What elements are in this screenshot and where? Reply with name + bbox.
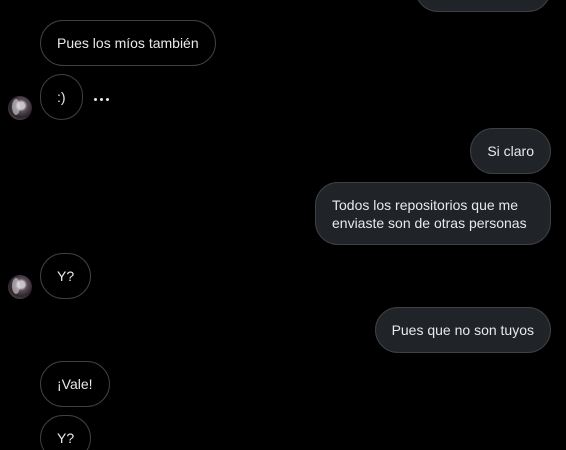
contact-avatar[interactable] [8, 96, 32, 120]
typing-indicator-icon [94, 98, 109, 101]
message-bubble-incoming[interactable]: :) [40, 74, 83, 120]
message-text: ¡Vale! [57, 376, 93, 392]
contact-avatar[interactable] [8, 275, 32, 299]
message-bubble-incoming[interactable]: Y? [40, 253, 92, 299]
message-text: :) [57, 89, 66, 105]
message-bubble-outgoing[interactable]: Si claro [470, 128, 551, 174]
message-bubble-incoming[interactable]: Pues los míos también [40, 20, 216, 66]
chat-thread: Pues los míos también :) Si claro Todos … [0, 0, 566, 450]
message-bubble-incoming[interactable]: Y? [40, 415, 92, 450]
message-text: Pues los míos también [57, 35, 199, 51]
message-bubble-outgoing[interactable] [415, 0, 551, 12]
message-text: Y? [57, 268, 75, 284]
message-text: Todos los repositorios que me enviaste s… [332, 197, 527, 231]
message-text: Y? [57, 430, 75, 446]
message-bubble-outgoing[interactable]: Pues que no son tuyos [374, 307, 551, 353]
message-bubble-incoming[interactable]: ¡Vale! [40, 361, 110, 407]
message-text: Si claro [487, 143, 534, 159]
message-text: Pues que no son tuyos [391, 322, 534, 338]
message-bubble-outgoing[interactable]: Todos los repositorios que me enviaste s… [315, 182, 551, 245]
